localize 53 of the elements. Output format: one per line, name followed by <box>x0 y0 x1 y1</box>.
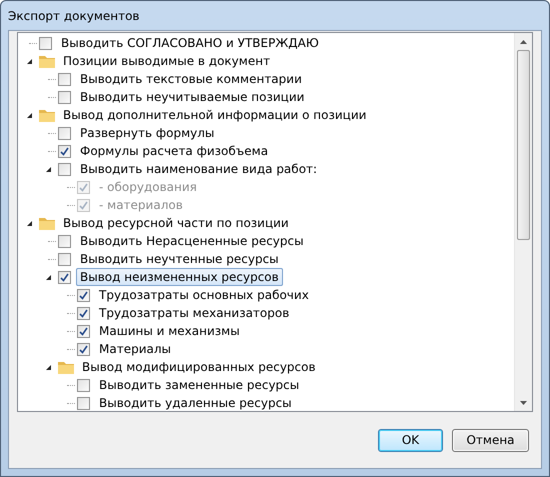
checkbox[interactable] <box>77 324 90 338</box>
tree-item[interactable]: Выводить текстовые комментарии <box>76 70 306 88</box>
expanded-arrow-icon[interactable] <box>44 166 52 172</box>
tree-item[interactable]: Выводить наименование вида работ: <box>76 160 322 178</box>
expanded-arrow-icon[interactable] <box>44 364 52 370</box>
tree-item[interactable]: Выводить СОГЛАСОВАНО и УТВЕРЖДАЮ <box>57 34 323 52</box>
scrollbar[interactable] <box>514 33 532 411</box>
checkbox[interactable] <box>58 126 71 140</box>
checkbox[interactable] <box>77 378 90 392</box>
tree-item[interactable]: Трудозатраты основных рабочих <box>95 286 313 304</box>
checkbox[interactable] <box>58 90 71 104</box>
tree-item[interactable]: Выводить удаленные ресурсы <box>95 394 296 411</box>
checkbox[interactable] <box>58 270 71 284</box>
tree-item[interactable]: Формулы расчета физобъема <box>76 142 272 160</box>
tree-item[interactable]: Машины и механизмы <box>95 322 244 340</box>
tree-item[interactable]: Вывод модифицированных ресурсов <box>78 358 320 376</box>
checkmark-icon <box>60 146 69 156</box>
tree-item[interactable]: Выводить неучтенные ресурсы <box>76 250 283 268</box>
folder-icon <box>57 360 75 374</box>
tree-item[interactable]: Вывод дополнительной информации о позиции <box>59 106 370 124</box>
tree-item[interactable]: Развернуть формулы <box>76 124 218 142</box>
tree-item[interactable]: Материалы <box>95 340 175 358</box>
checkbox[interactable] <box>77 306 90 320</box>
window-title: Экспорт документов <box>7 8 141 24</box>
dialog-button[interactable]: Отмена <box>452 428 529 452</box>
expanded-arrow-icon[interactable] <box>26 58 32 64</box>
dialog-button[interactable]: OK <box>378 428 443 452</box>
checkbox[interactable] <box>58 72 71 86</box>
expanded-arrow-icon[interactable] <box>44 274 52 280</box>
checkmark-icon <box>60 272 69 282</box>
tree-item[interactable]: Позиции выводимые в документ <box>59 52 274 70</box>
checkbox[interactable] <box>58 162 71 176</box>
folder-icon <box>38 216 56 230</box>
checkbox[interactable] <box>77 396 90 410</box>
tree-item[interactable]: Выводить неучитываемые позиции <box>76 88 308 106</box>
checkbox[interactable] <box>39 36 52 50</box>
expanded-arrow-icon[interactable] <box>26 220 32 226</box>
expanded-arrow-icon[interactable] <box>26 112 32 118</box>
checkbox[interactable] <box>58 234 71 248</box>
tree-item[interactable]: Выводить замененные ресурсы <box>95 376 304 394</box>
tree-item[interactable]: Выводить Нерасцененные ресурсы <box>76 232 308 250</box>
checkbox[interactable] <box>77 342 90 356</box>
tree-item[interactable]: Вывод неизмененных ресурсов <box>76 268 283 286</box>
scroll-up-icon[interactable] <box>520 40 527 44</box>
scroll-down-icon[interactable] <box>520 400 527 404</box>
checkbox[interactable] <box>58 252 71 266</box>
tree-item[interactable]: Вывод ресурсной части по позиции <box>59 214 293 232</box>
scrollbar-thumb[interactable] <box>517 50 530 240</box>
folder-icon <box>38 54 56 68</box>
folder-icon <box>38 108 56 122</box>
tree-item[interactable]: Трудозатраты механизаторов <box>95 304 294 322</box>
checkbox[interactable] <box>58 144 71 158</box>
checkbox[interactable] <box>77 288 90 302</box>
